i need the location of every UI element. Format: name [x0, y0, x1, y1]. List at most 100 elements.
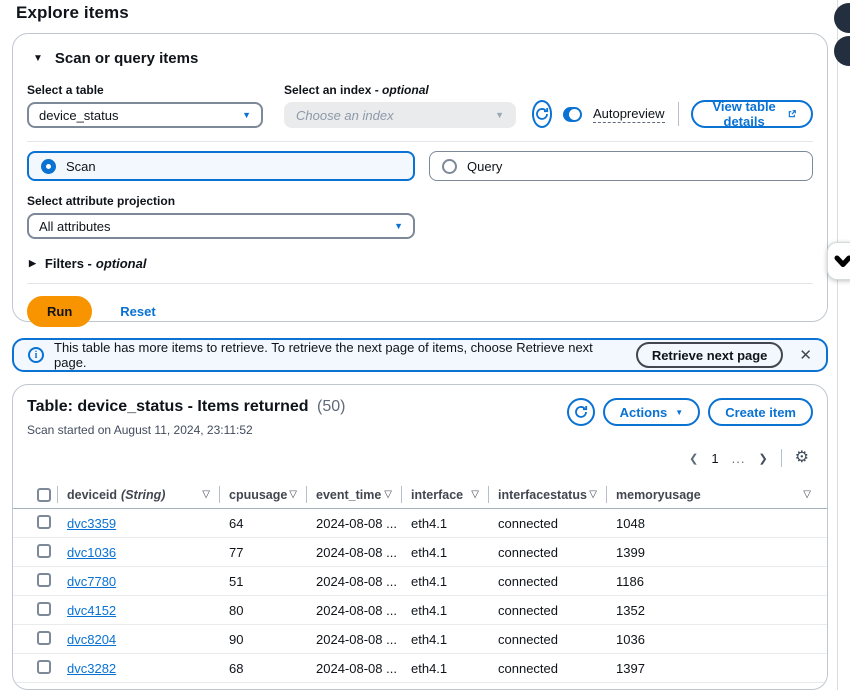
item-link[interactable]: dvc1036: [67, 545, 116, 560]
filters-expander[interactable]: ▶ Filters - optional: [27, 256, 813, 271]
previous-page-icon[interactable]: ❮: [689, 452, 698, 465]
table-select-value: device_status: [39, 108, 119, 123]
side-panel-flap[interactable]: [827, 242, 850, 280]
gear-icon[interactable]: ⚙: [795, 450, 809, 466]
table-row: dvc7780512024-08-08 ...eth4.1connected11…: [13, 567, 827, 596]
item-link[interactable]: dvc3359: [67, 516, 116, 531]
index-label-text: Select an index -: [284, 83, 379, 97]
content-right-border: [837, 0, 838, 690]
column-header-event_time[interactable]: event_time▽: [316, 486, 402, 503]
cell-interface: eth4.1: [411, 603, 498, 618]
cell-event_time: 2024-08-08 ...: [316, 632, 411, 647]
scan-query-section-header[interactable]: ▼ Scan or query items: [27, 46, 813, 67]
cell-interfacestatus: connected: [498, 632, 616, 647]
info-icon: i: [28, 347, 44, 363]
autopreview-toggle[interactable]: [563, 107, 582, 122]
view-table-details-label: View table details: [708, 99, 780, 129]
item-link[interactable]: dvc8204: [67, 632, 116, 647]
row-checkbox[interactable]: [37, 544, 51, 558]
column-label: cpuusage: [229, 488, 287, 502]
item-link[interactable]: dvc4152: [67, 603, 116, 618]
banner-message: This table has more items to retrieve. T…: [54, 340, 626, 370]
index-select-label: Select an index - optional: [284, 83, 516, 97]
row-checkbox[interactable]: [37, 573, 51, 587]
refresh-icon: [535, 107, 549, 121]
sort-icon[interactable]: ▽: [384, 489, 392, 500]
row-checkbox[interactable]: [37, 631, 51, 645]
row-checkbox[interactable]: [37, 515, 51, 529]
next-page-icon[interactable]: ❯: [758, 452, 767, 465]
scan-mode-tile[interactable]: Scan: [27, 151, 415, 181]
column-header-interfacestatus[interactable]: interfacestatus▽: [498, 486, 607, 503]
index-select-field: Select an index - optional Choose an ind…: [284, 83, 516, 128]
create-item-button[interactable]: Create item: [708, 398, 813, 426]
cell-memoryusage: 1397: [616, 661, 813, 676]
radio-selected-icon[interactable]: [41, 159, 56, 174]
autopreview-label[interactable]: Autopreview: [593, 106, 665, 123]
select-all-checkbox[interactable]: [37, 488, 51, 502]
results-actions: Actions ▼ Create item: [567, 398, 813, 426]
cell-interface: eth4.1: [411, 661, 498, 676]
table-select[interactable]: device_status ▼: [27, 102, 263, 128]
reset-link[interactable]: Reset: [120, 304, 155, 319]
table-row: dvc2040722024-08-08 ...eth4.1connected12…: [13, 683, 827, 690]
table-row: dvc4152802024-08-08 ...eth4.1connected13…: [13, 596, 827, 625]
item-link[interactable]: dvc3282: [67, 661, 116, 676]
table-row: dvc8204902024-08-08 ...eth4.1connected10…: [13, 625, 827, 654]
cell-deviceid: dvc1036: [67, 545, 229, 560]
caret-down-icon: ▼: [394, 221, 403, 231]
column-header-interface[interactable]: interface▽: [411, 486, 489, 503]
mode-tiles: Scan Query: [27, 151, 813, 181]
run-button[interactable]: Run: [27, 296, 92, 327]
caret-down-icon: ▼: [242, 110, 251, 120]
sort-icon[interactable]: ▽: [289, 489, 297, 500]
query-mode-tile[interactable]: Query: [429, 151, 813, 181]
external-link-icon: [788, 108, 796, 120]
actions-button[interactable]: Actions ▼: [603, 398, 701, 426]
projection-select[interactable]: All attributes ▼: [27, 213, 415, 239]
column-label: deviceid: [67, 488, 117, 502]
radio-unselected-icon[interactable]: [442, 159, 457, 174]
index-label-optional: optional: [382, 83, 429, 97]
column-type: (String): [121, 488, 165, 502]
projection-field: Select attribute projection All attribut…: [27, 194, 813, 239]
cell-memoryusage: 1186: [616, 574, 813, 589]
filters-optional-label: optional: [96, 256, 147, 271]
refresh-results-button[interactable]: [567, 398, 595, 426]
collapse-triangle-icon: ▼: [33, 53, 43, 64]
refresh-button[interactable]: [532, 100, 552, 128]
results-count: (50): [317, 398, 345, 415]
item-link[interactable]: dvc7780: [67, 574, 116, 589]
page-number[interactable]: 1: [711, 451, 718, 466]
footer-divider: [27, 283, 813, 284]
toggle-knob: [569, 109, 580, 120]
sort-icon[interactable]: ▽: [589, 489, 597, 500]
column-label: event_time: [316, 488, 381, 502]
view-table-details-button[interactable]: View table details: [691, 100, 813, 128]
cell-cpuusage: 80: [229, 603, 316, 618]
scan-tile-label: Scan: [66, 159, 96, 174]
column-header-memoryusage[interactable]: memoryusage▽: [616, 486, 813, 503]
caret-down-icon: ▼: [675, 408, 683, 417]
selects-row: Select a table device_status ▼ Select an…: [27, 83, 813, 128]
sort-icon[interactable]: ▽: [803, 489, 811, 500]
close-icon[interactable]: ✕: [799, 348, 812, 363]
table-select-field: Select a table device_status ▼: [27, 83, 263, 128]
run-row: Run Reset: [27, 296, 813, 327]
cell-event_time: 2024-08-08 ...: [316, 603, 411, 618]
cell-interfacestatus: connected: [498, 603, 616, 618]
table-body: dvc3359642024-08-08 ...eth4.1connected10…: [13, 509, 827, 690]
scan-started-text: Scan started on August 11, 2024, 23:11:5…: [27, 423, 345, 437]
projection-select-value: All attributes: [39, 219, 111, 234]
sort-icon[interactable]: ▽: [202, 489, 210, 500]
column-header-cpuusage[interactable]: cpuusage▽: [229, 486, 307, 503]
cell-deviceid: dvc3359: [67, 516, 229, 531]
sort-icon[interactable]: ▽: [471, 489, 479, 500]
cell-cpuusage: 68: [229, 661, 316, 676]
results-panel: Table: device_status - Items returned (5…: [12, 384, 828, 690]
row-checkbox[interactable]: [37, 660, 51, 674]
pagination: ❮ 1 ... ❯ ⚙: [13, 437, 827, 469]
row-checkbox[interactable]: [37, 602, 51, 616]
column-header-deviceid[interactable]: deviceid (String) ▽: [67, 486, 220, 503]
retrieve-next-page-button[interactable]: Retrieve next page: [636, 342, 784, 368]
